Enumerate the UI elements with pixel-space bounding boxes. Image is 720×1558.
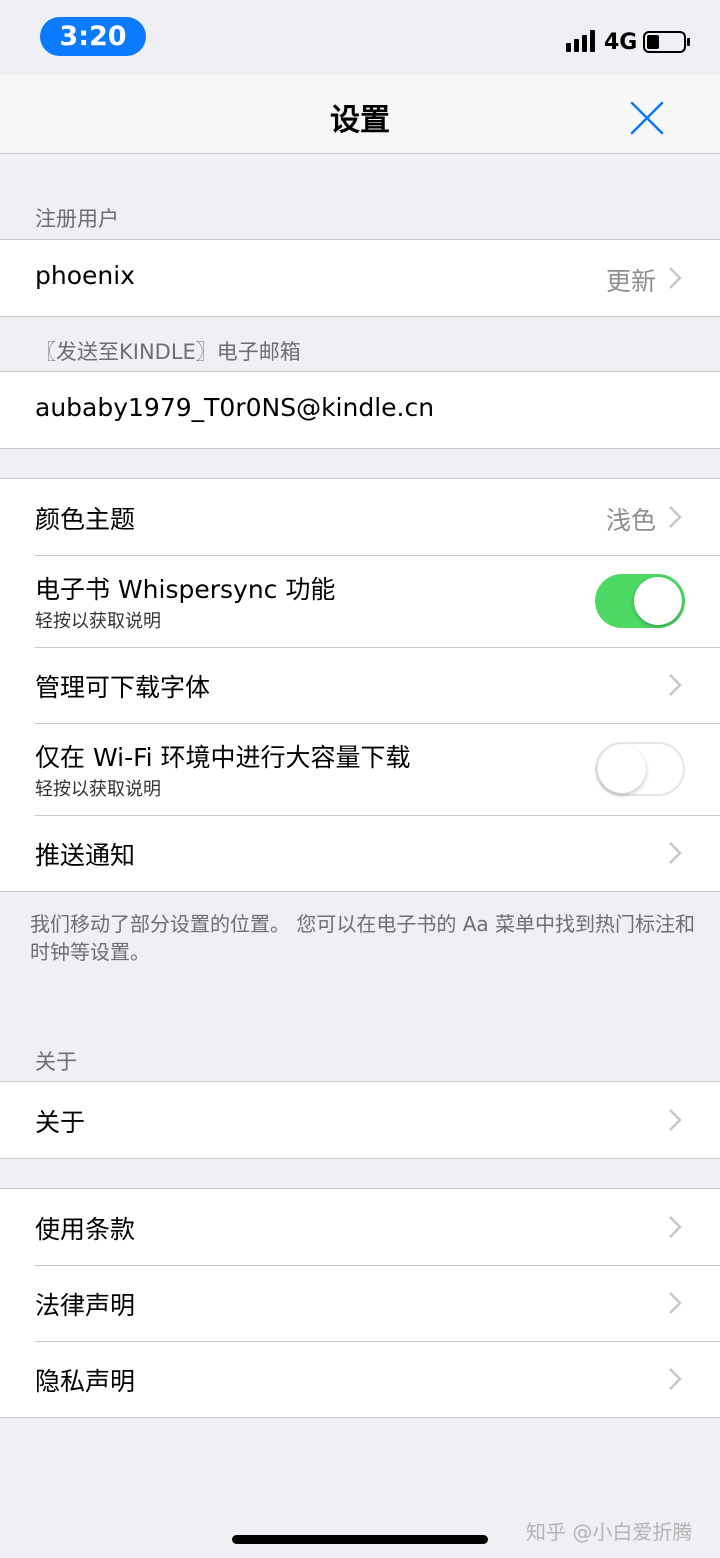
navigation-bar: 设置	[0, 75, 720, 154]
network-type: 4G	[604, 30, 638, 55]
legal-group: 使用条款 法律声明 隐私声明	[0, 1188, 720, 1418]
manage-fonts-label: 管理可下载字体	[35, 673, 211, 702]
chevron-right-icon	[669, 1368, 682, 1390]
whispersync-row[interactable]: 电子书 Whispersync 功能 轻按以获取说明	[0, 555, 720, 647]
color-theme-label: 颜色主题	[35, 505, 136, 534]
privacy-label: 隐私声明	[35, 1367, 136, 1396]
chevron-right-icon	[669, 674, 682, 696]
manage-fonts-row[interactable]: 管理可下载字体	[0, 647, 720, 723]
wifi-download-row[interactable]: 仅在 Wi-Fi 环境中进行大容量下载 轻按以获取说明	[0, 723, 720, 815]
kindle-email-group: aubaby1979_T0r0NS@kindle.cn	[0, 371, 720, 449]
about-row[interactable]: 关于	[0, 1082, 720, 1158]
legal-notice-row[interactable]: 法律声明	[0, 1265, 720, 1341]
registered-user-row[interactable]: phoenix 更新	[0, 240, 720, 316]
toggle-knob	[598, 745, 646, 793]
whispersync-toggle[interactable]	[595, 574, 685, 628]
wifi-download-toggle[interactable]	[595, 742, 685, 796]
chevron-right-icon	[669, 506, 682, 528]
terms-row[interactable]: 使用条款	[0, 1189, 720, 1265]
privacy-row[interactable]: 隐私声明	[0, 1341, 720, 1417]
close-icon[interactable]	[622, 93, 672, 143]
battery-icon	[643, 31, 690, 53]
kindle-email-row[interactable]: aubaby1979_T0r0NS@kindle.cn	[0, 372, 720, 448]
chevron-right-icon	[669, 1109, 682, 1131]
color-theme-row[interactable]: 颜色主题 浅色	[0, 479, 720, 555]
status-time: 3:20	[40, 17, 146, 56]
home-indicator[interactable]	[232, 1535, 488, 1544]
options-group: 颜色主题 浅色 电子书 Whispersync 功能 轻按以获取说明 管理可下载…	[0, 478, 720, 892]
cellular-signal-icon	[566, 30, 595, 52]
section-header-kindle-email: 〖发送至KINDLE〗电子邮箱	[35, 340, 301, 364]
watermark: 知乎 @小白爱折腾	[526, 1520, 693, 1544]
update-label: 更新	[605, 267, 656, 296]
wifi-download-label: 仅在 Wi-Fi 环境中进行大容量下载	[35, 743, 411, 772]
whispersync-hint: 轻按以获取说明	[35, 611, 161, 632]
chevron-right-icon	[669, 1216, 682, 1238]
chevron-right-icon	[669, 1292, 682, 1314]
settings-footnote: 我们移动了部分设置的位置。 您可以在电子书的 Aa 菜单中找到热门标注和时钟等设…	[30, 912, 696, 964]
about-group: 关于	[0, 1081, 720, 1159]
about-label: 关于	[35, 1108, 86, 1137]
whispersync-label: 电子书 Whispersync 功能	[35, 575, 336, 604]
color-theme-value: 浅色	[605, 506, 656, 535]
section-header-about: 关于	[35, 1050, 77, 1074]
toggle-knob	[634, 577, 682, 625]
page-title: 设置	[330, 103, 390, 138]
status-bar: 3:20 4G	[0, 0, 720, 75]
legal-notice-label: 法律声明	[35, 1291, 136, 1320]
push-notifications-row[interactable]: 推送通知	[0, 815, 720, 891]
wifi-download-hint: 轻按以获取说明	[35, 779, 161, 800]
kindle-email-value: aubaby1979_T0r0NS@kindle.cn	[35, 393, 435, 422]
terms-label: 使用条款	[35, 1215, 136, 1244]
username-label: phoenix	[35, 261, 135, 290]
chevron-right-icon	[669, 267, 682, 289]
section-header-registered-user: 注册用户	[35, 207, 119, 231]
registered-user-group: phoenix 更新	[0, 239, 720, 317]
chevron-right-icon	[669, 842, 682, 864]
push-notifications-label: 推送通知	[35, 841, 136, 870]
